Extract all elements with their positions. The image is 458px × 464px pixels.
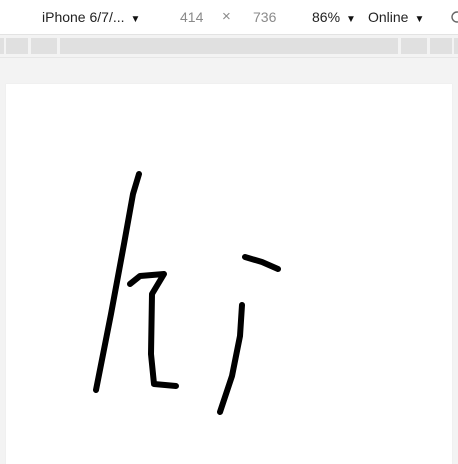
ink-stroke-i-dot xyxy=(242,254,281,272)
caret-down-icon: ▼ xyxy=(414,14,425,25)
drawing-canvas[interactable] xyxy=(6,84,452,464)
ink-stroke-i-stem xyxy=(217,302,245,415)
width-input[interactable]: 414 xyxy=(180,0,203,34)
rotate-button[interactable] xyxy=(448,0,458,34)
device-select[interactable]: iPhone 6/7/... ▼ xyxy=(42,0,140,34)
media-query-segment[interactable] xyxy=(0,38,4,54)
rotate-icon xyxy=(451,11,458,23)
device-toolbar: iPhone 6/7/... ▼ 414 × 736 86% ▼ Online ▼ xyxy=(0,0,458,35)
media-query-segment[interactable] xyxy=(401,38,427,54)
media-query-segment[interactable] xyxy=(454,38,458,54)
throttle-label: Online xyxy=(368,9,409,25)
media-query-bar[interactable] xyxy=(0,35,458,58)
media-query-segment[interactable] xyxy=(6,38,28,54)
device-viewport[interactable] xyxy=(6,84,452,464)
caret-down-icon: ▼ xyxy=(346,14,356,25)
throttle-select[interactable]: Online ▼ xyxy=(368,0,424,34)
zoom-select[interactable]: 86% ▼ xyxy=(312,0,356,34)
media-query-segment[interactable] xyxy=(60,38,398,54)
zoom-label: 86% xyxy=(312,9,341,25)
device-label: iPhone 6/7/... xyxy=(42,9,125,25)
height-input[interactable]: 736 xyxy=(253,0,276,34)
ink-stroke-h-arch xyxy=(127,271,179,389)
media-query-segment[interactable] xyxy=(430,38,452,54)
caret-down-icon: ▼ xyxy=(130,14,141,25)
media-query-segment[interactable] xyxy=(31,38,57,54)
dimension-separator: × xyxy=(222,8,231,25)
